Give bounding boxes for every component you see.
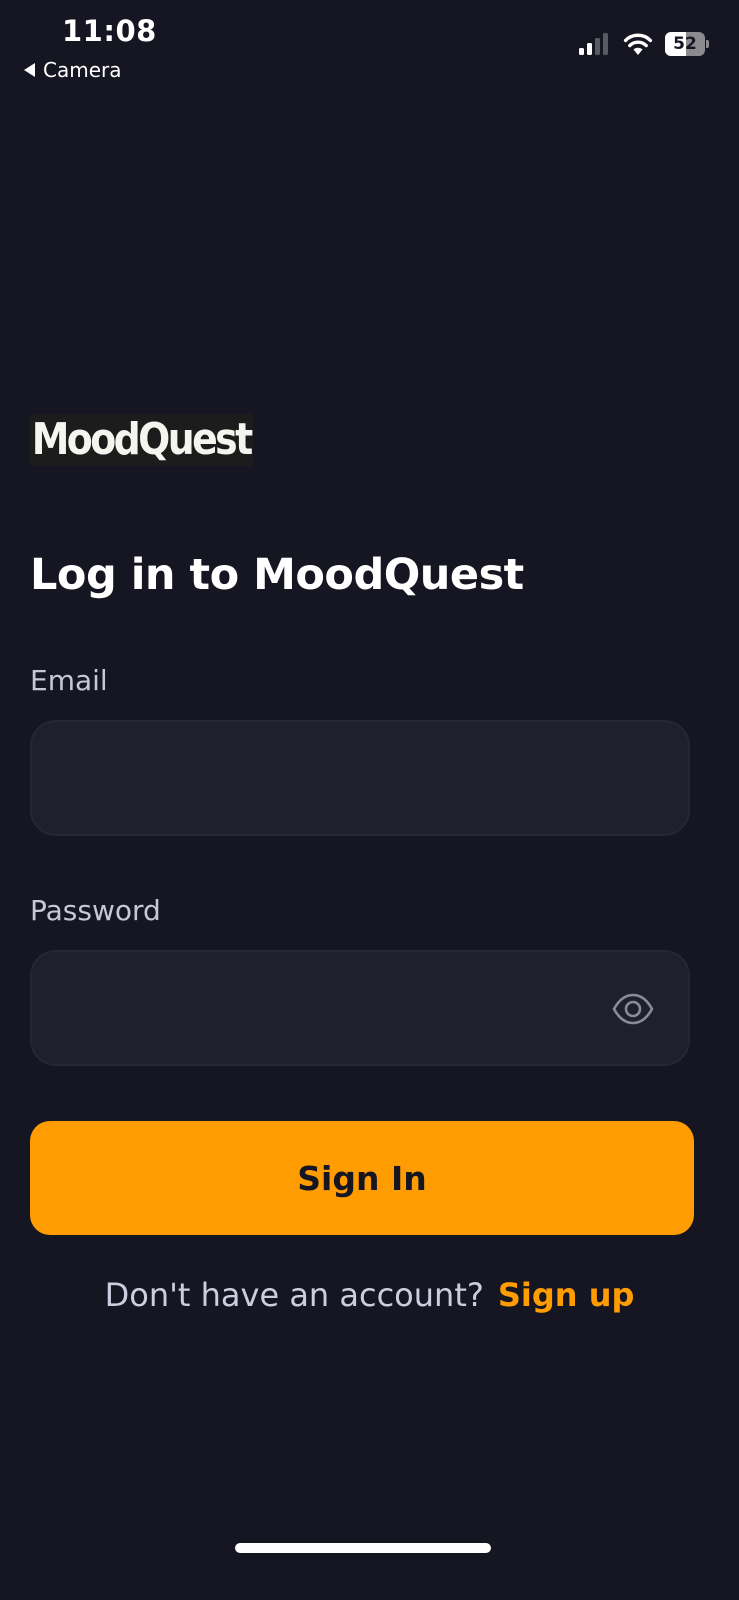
status-time: 11:08	[62, 14, 157, 48]
back-app-label: Camera	[43, 58, 122, 82]
back-arrow-icon	[24, 63, 35, 77]
status-icons: 52	[579, 32, 709, 56]
battery-icon: 52	[665, 32, 709, 56]
page-title: Log in to MoodQuest	[30, 550, 524, 600]
signup-prompt: Don't have an account?	[104, 1276, 484, 1314]
sign-in-button[interactable]: Sign In	[30, 1121, 694, 1235]
password-field-container[interactable]	[30, 950, 690, 1066]
email-field[interactable]	[58, 722, 622, 836]
sign-up-link[interactable]: Sign up	[498, 1276, 635, 1314]
password-label: Password	[30, 894, 161, 927]
status-bar: 11:08 Camera 52	[0, 0, 739, 100]
wifi-icon	[623, 33, 653, 55]
signup-row: Don't have an account? Sign up	[0, 1276, 739, 1314]
password-field[interactable]	[58, 952, 622, 1066]
email-field-container[interactable]	[30, 720, 690, 836]
email-label: Email	[30, 664, 108, 697]
home-indicator[interactable]	[235, 1543, 491, 1553]
cellular-signal-icon	[579, 33, 608, 55]
eye-icon[interactable]	[612, 992, 654, 1026]
moodquest-logo: MoodQuest	[30, 414, 253, 466]
back-to-camera[interactable]: Camera	[24, 58, 122, 82]
battery-level: 52	[673, 34, 697, 54]
